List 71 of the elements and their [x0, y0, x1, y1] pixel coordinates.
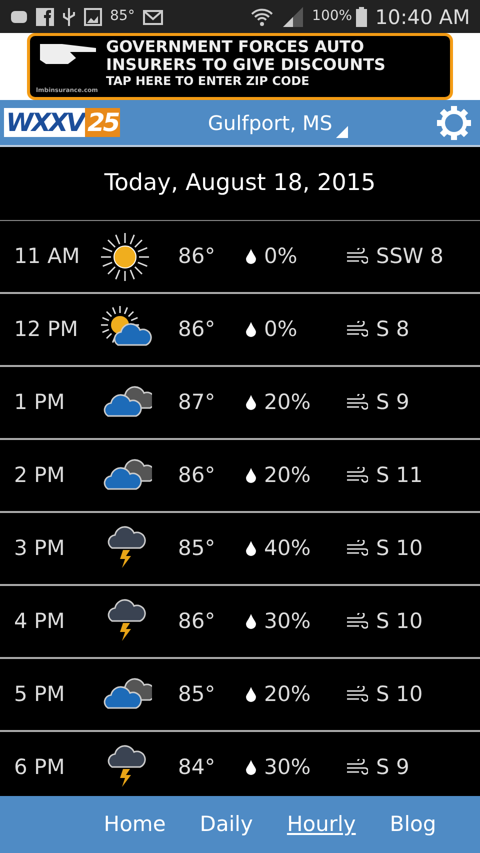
raindrop-icon: [246, 614, 256, 629]
sun-icon: [98, 232, 152, 282]
hour-label: 5 PM: [14, 680, 66, 708]
nav-link-item[interactable]: Blog: [390, 808, 436, 840]
wind-text: S 9: [376, 388, 410, 416]
wind-icon: [346, 612, 368, 630]
usb-icon: [62, 6, 76, 26]
ad-headline: INSURERS TO GIVE DISCOUNTS: [106, 56, 386, 74]
raindrop-icon: [246, 541, 256, 556]
settings-button[interactable]: [436, 104, 472, 140]
temperature-text: 85°: [178, 534, 216, 562]
ad-call-to-action: TAP HERE TO ENTER ZIP CODE: [106, 74, 310, 88]
precipitation-text: 30%: [264, 754, 311, 781]
nav-link-item[interactable]: Home: [104, 808, 166, 840]
signal-icon: [282, 6, 304, 26]
precipitation-text: 30%: [264, 608, 311, 635]
wind-text: S 11: [376, 462, 423, 489]
temperature-reading: 85°: [110, 7, 135, 26]
raindrop-icon: [246, 468, 256, 483]
wind-icon: [346, 466, 368, 484]
precipitation-text: 0%: [264, 316, 298, 343]
wind-icon: [346, 320, 368, 338]
raindrop-icon: [246, 760, 256, 775]
image-icon: [84, 8, 102, 26]
precipitation-text: 20%: [264, 680, 311, 708]
hour-label: 2 PM: [14, 462, 66, 489]
nav-link-item[interactable]: Hourly: [286, 808, 356, 840]
wind-icon: [346, 686, 368, 704]
raindrop-icon: [246, 687, 256, 702]
precipitation-text: 20%: [264, 462, 311, 489]
hour-label: 12 PM: [14, 316, 80, 343]
temperature-text: 86°: [178, 316, 216, 343]
wifi-icon: [250, 6, 274, 26]
notification-icon: [10, 8, 28, 24]
wind-text: S 10: [376, 680, 423, 708]
temperature-text: 86°: [178, 608, 216, 635]
date-title: Today, August 18, 2015: [104, 169, 376, 198]
temperature-text: 86°: [178, 242, 216, 270]
wind-text: SSW 8: [376, 242, 444, 270]
precipitation-text: 20%: [264, 388, 311, 416]
wind-text: S 10: [376, 608, 423, 635]
ad-headline: GOVERNMENT FORCES AUTO: [106, 38, 366, 56]
nav-link-item[interactable]: Daily: [200, 808, 253, 840]
location-selector[interactable]: Gulfport, MS: [208, 108, 348, 138]
raindrop-icon: [246, 395, 256, 410]
temperature-text: 86°: [178, 462, 216, 489]
precipitation-text: 0%: [264, 242, 298, 270]
hour-label: 6 PM: [14, 754, 66, 781]
hour-label: 4 PM: [14, 608, 66, 635]
wind-icon: [346, 248, 368, 266]
wind-text: S 9: [376, 754, 410, 781]
wind-icon: [346, 394, 368, 412]
wind-text: S 10: [376, 534, 423, 562]
wind-icon: [346, 758, 368, 776]
battery-icon: [356, 6, 368, 26]
precipitation-text: 40%: [264, 534, 311, 562]
hour-label: 11 AM: [14, 242, 81, 270]
wind-text: S 8: [376, 316, 410, 343]
temperature-text: 87°: [178, 388, 216, 416]
raindrop-icon: [246, 249, 256, 264]
hour-label: 1 PM: [14, 388, 66, 416]
facebook-icon: [36, 8, 54, 26]
temperature-text: 84°: [178, 754, 216, 781]
wind-icon: [346, 540, 368, 558]
clock-time: 10:40 AM: [375, 4, 470, 30]
hour-label: 3 PM: [14, 534, 66, 562]
battery-percent: 100%: [312, 7, 352, 26]
raindrop-icon: [246, 322, 256, 337]
temperature-text: 85°: [178, 680, 216, 708]
mail-icon: [142, 8, 163, 26]
dropdown-caret-icon: [336, 126, 348, 138]
